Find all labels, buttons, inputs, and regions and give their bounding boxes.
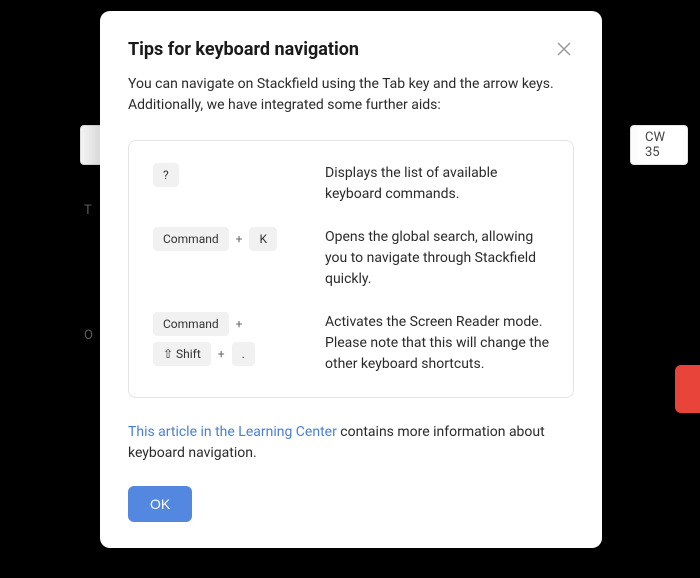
bg-label-o: O bbox=[84, 328, 93, 343]
plus-icon: + bbox=[235, 232, 244, 246]
close-button[interactable] bbox=[554, 39, 574, 59]
key: ? bbox=[153, 163, 179, 187]
bg-red-accent bbox=[675, 365, 700, 413]
tip-desc: Displays the list of available keyboard … bbox=[325, 163, 549, 205]
close-icon bbox=[557, 42, 571, 56]
tip-desc: Opens the global search, allowing you to… bbox=[325, 227, 549, 290]
tip-row: Command + K Opens the global search, all… bbox=[153, 227, 549, 290]
bg-chip-cw: CW 35 bbox=[630, 125, 688, 165]
ok-button[interactable]: OK bbox=[128, 486, 192, 522]
key: Command bbox=[153, 312, 229, 336]
learning-center-link[interactable]: This article in the Learning Center bbox=[128, 424, 337, 440]
key: ⇧ Shift bbox=[153, 342, 211, 366]
plus-icon: + bbox=[217, 347, 226, 361]
tips-box: ? Displays the list of available keyboar… bbox=[128, 140, 574, 398]
footer-text: This article in the Learning Center cont… bbox=[128, 422, 574, 464]
tip-desc: Activates the Screen Reader mode. Please… bbox=[325, 312, 549, 375]
tip-row: ? Displays the list of available keyboar… bbox=[153, 163, 549, 205]
modal-header: Tips for keyboard navigation bbox=[128, 39, 574, 60]
key: K bbox=[249, 227, 277, 251]
modal-intro: You can navigate on Stackfield using the… bbox=[128, 74, 574, 116]
plus-icon: + bbox=[235, 317, 244, 331]
key: . bbox=[232, 342, 255, 366]
tip-row: Command + ⇧ Shift + . Activates the Scre… bbox=[153, 312, 549, 375]
modal-title: Tips for keyboard navigation bbox=[128, 39, 359, 60]
bg-label-t: T bbox=[84, 203, 92, 218]
tip-keys: Command + ⇧ Shift + . bbox=[153, 312, 301, 366]
tip-keys: Command + K bbox=[153, 227, 301, 251]
keyboard-tips-modal: Tips for keyboard navigation You can nav… bbox=[100, 11, 602, 548]
key: Command bbox=[153, 227, 229, 251]
tip-keys: ? bbox=[153, 163, 301, 187]
